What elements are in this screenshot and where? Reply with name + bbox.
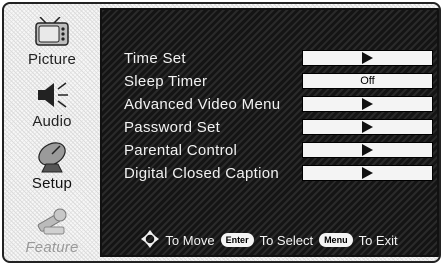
menu-item-advanced-video-menu[interactable]: Advanced Video Menu [124,94,436,116]
submenu-arrow-box[interactable] [302,96,433,112]
right-arrow-icon [362,98,373,110]
sidebar-item-label: Setup [31,175,73,192]
right-arrow-icon [362,52,373,64]
sidebar-item-setup[interactable]: Setup [10,134,94,192]
submenu-arrow-box[interactable] [302,165,433,181]
select-hint-text: To Select [259,232,314,248]
tv-icon [30,17,74,49]
move-hint-text: To Move [165,232,215,248]
category-sidebar: Picture Audio Setup Feature [10,10,94,258]
setup-menu-panel: Time Set Sleep Timer Off Advanced Video … [100,8,439,257]
menu-item-label: Advanced Video Menu [124,96,281,113]
submenu-arrow-box[interactable] [302,119,433,135]
submenu-arrow-box[interactable] [302,50,433,66]
submenu-arrow-box[interactable] [302,142,433,158]
sidebar-item-label: Feature [25,239,79,256]
menu-key-icon: Menu [319,233,353,247]
right-arrow-icon [362,167,373,179]
sidebar-item-audio[interactable]: Audio [10,72,94,130]
menu-item-label: Digital Closed Caption [124,165,280,182]
menu-item-parental-control[interactable]: Parental Control [124,140,436,162]
menu-item-label: Sleep Timer [124,73,208,90]
exit-hint-text: To Exit [358,232,398,248]
speaker-icon [30,79,74,111]
menu-item-time-set[interactable]: Time Set [124,48,436,70]
right-arrow-icon [362,144,373,156]
enter-key-icon: Enter [220,233,254,247]
sidebar-item-label: Audio [32,113,72,130]
sidebar-item-feature[interactable]: Feature [10,198,94,256]
menu-item-label: Parental Control [124,142,238,159]
menu-item-label: Time Set [124,50,186,67]
menu-item-digital-closed-caption[interactable]: Digital Closed Caption [124,163,436,185]
directional-pad-icon [141,229,160,251]
sidebar-item-picture[interactable]: Picture [10,10,94,68]
navigation-hint-bar: To Move Enter To Select Menu To Exit [100,225,439,255]
menu-item-sleep-timer[interactable]: Sleep Timer Off [124,71,436,93]
sidebar-item-label: Picture [27,51,77,68]
sleep-timer-value[interactable]: Off [302,73,433,89]
right-arrow-icon [362,121,373,133]
satellite-dish-icon [30,141,74,173]
osd-menu-frame: Picture Audio Setup Feature Time Set Sle… [2,2,441,263]
menu-item-label: Password Set [124,119,221,136]
menu-item-password-set[interactable]: Password Set [124,117,436,139]
tools-icon [30,205,74,237]
